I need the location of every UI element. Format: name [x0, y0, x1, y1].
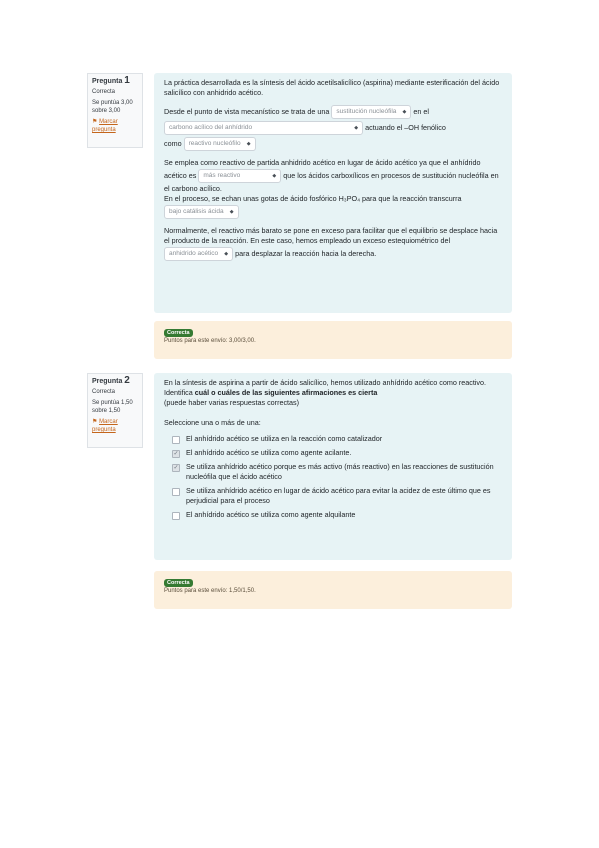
question-number: Pregunta 2 [92, 375, 130, 386]
status-badge: Correcta [164, 579, 193, 587]
answer-option-label: El anhídrido acético se utiliza en la re… [186, 434, 383, 443]
select-prompt: Seleccione una o más de una: [164, 418, 261, 427]
flag-question-link[interactable]: ⚑ Marcar pregunta [92, 118, 139, 134]
question-info-1: Pregunta 1 Correcta Se puntúa 3,00 sobre… [87, 73, 143, 148]
question-text-2: En la síntesis de aspirina a partir de á… [154, 373, 512, 560]
question-status: Correcta [92, 389, 116, 395]
answer-option-label: El anhídrido acético se utiliza como age… [186, 510, 356, 519]
answer-select-1[interactable]: sustitución nucleófila [331, 105, 412, 119]
answer-select-5[interactable]: bajo catálisis ácida [164, 205, 239, 219]
feedback-1: Correcta Puntos para este envío: 3,00/3,… [154, 321, 512, 359]
paragraph: La práctica desarrollada es la síntesis … [164, 78, 500, 97]
answer-select-6[interactable]: anhidrido acético [164, 247, 234, 261]
answer-option-label: El anhídrido acético se utiliza como age… [186, 448, 352, 457]
answer-checkbox[interactable] [172, 488, 180, 496]
question-points: Se puntúa 1,50 sobre 1,50 [92, 400, 133, 414]
answer-checkbox[interactable] [172, 512, 180, 520]
flag-icon: ⚑ [92, 419, 98, 425]
question-status: Correcta [92, 89, 116, 95]
feedback-text: Puntos para este envío: 3,00/3,00. [164, 338, 256, 344]
answer-option[interactable]: ✓ El anhídrido acético se utiliza como ag… [172, 448, 502, 458]
answer-option-label: Se utiliza anhídrido acético porque es m… [186, 462, 494, 481]
paragraph: En el proceso, se echan unas gotas de ác… [164, 194, 502, 220]
answer-option[interactable]: ✓ Se utiliza anhídrido acético porque es … [172, 462, 502, 482]
answer-select-4[interactable]: más reactivo [198, 169, 282, 183]
paragraph: Desde el punto de vista mecanístico se t… [164, 104, 502, 152]
answer-select-2[interactable]: carbono acílico del anhídrido [164, 121, 364, 135]
status-badge: Correcta [164, 329, 193, 337]
feedback-2: Correcta Puntos para este envío: 1,50/1,… [154, 571, 512, 609]
answer-checkbox[interactable] [172, 436, 180, 444]
answer-option[interactable]: Se utiliza anhídrido acético en lugar de… [172, 486, 502, 506]
answer-checkbox[interactable]: ✓ [172, 450, 180, 458]
question-intro: En la síntesis de aspirina a partir de á… [164, 378, 487, 407]
answer-option[interactable]: El anhídrido acético se utiliza en la re… [172, 434, 502, 444]
flag-question-link[interactable]: ⚑ Marcar pregunta [92, 418, 139, 434]
flag-icon: ⚑ [92, 119, 98, 125]
paragraph: Se emplea como reactivo de partida anhid… [164, 158, 502, 194]
question-points: Se puntúa 3,00 sobre 3,00 [92, 100, 133, 114]
answer-option[interactable]: El anhídrido acético se utiliza como age… [172, 510, 502, 520]
answer-options: El anhídrido acético se utiliza en la re… [164, 434, 502, 520]
answer-select-3[interactable]: reactivo nucleófilo [183, 137, 256, 151]
answer-checkbox[interactable]: ✓ [172, 464, 180, 472]
paragraph: Normalmente, el reactivo más barato se p… [164, 226, 502, 262]
question-info-2: Pregunta 2 Correcta Se puntúa 1,50 sobre… [87, 373, 143, 448]
answer-option-label: Se utiliza anhídrido acético en lugar de… [186, 486, 491, 505]
question-number: Pregunta 1 [92, 75, 130, 86]
question-text-1: La práctica desarrollada es la síntesis … [154, 73, 512, 313]
feedback-text: Puntos para este envío: 1,50/1,50. [164, 588, 256, 594]
